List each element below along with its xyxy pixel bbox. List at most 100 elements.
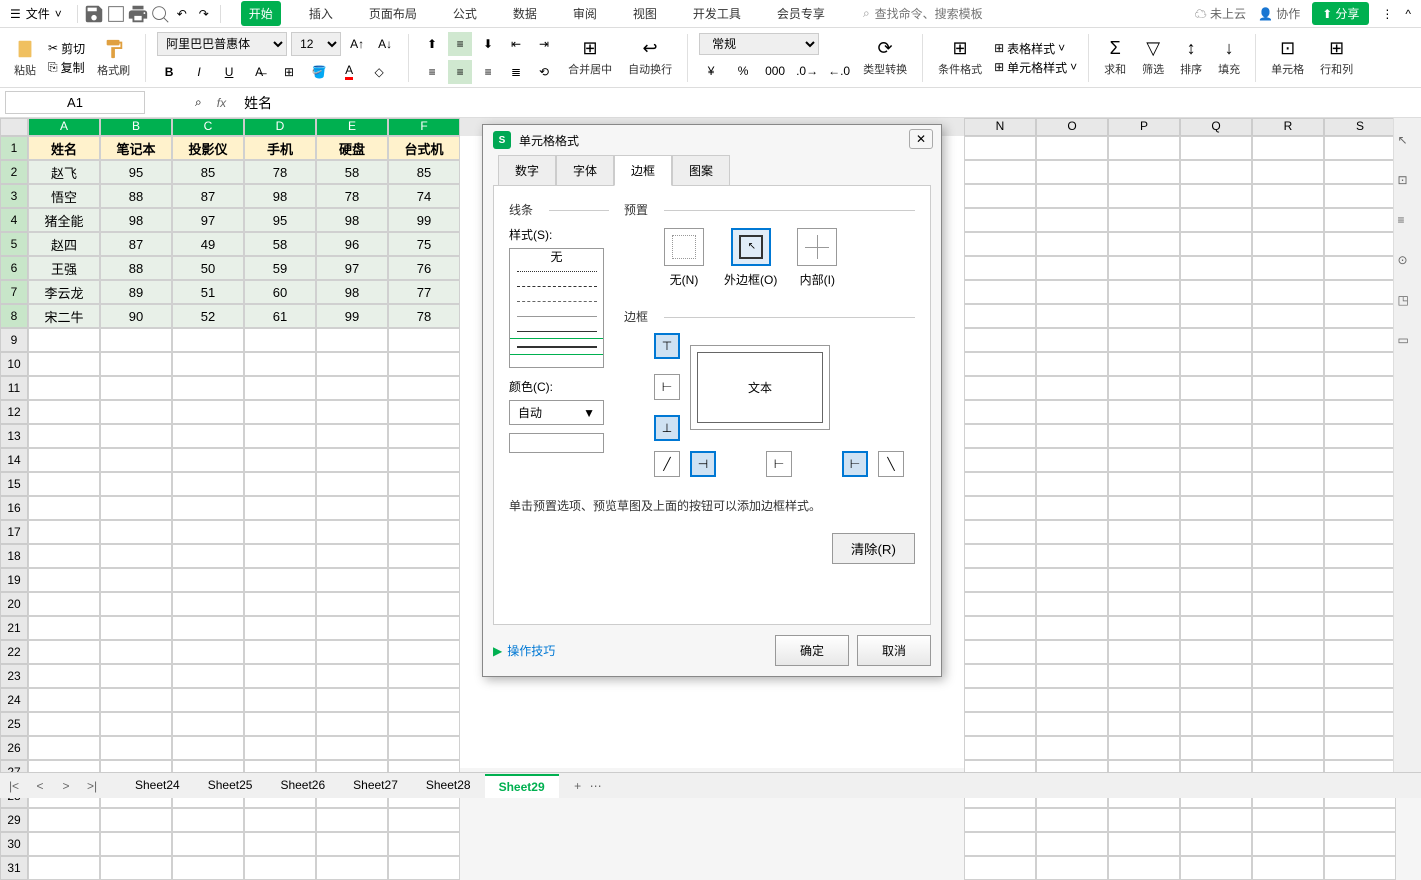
- clipboard-icon[interactable]: ◳: [1398, 293, 1418, 313]
- border-left-button[interactable]: ⊣: [690, 451, 716, 477]
- cell[interactable]: [1108, 424, 1180, 448]
- cell[interactable]: [172, 856, 244, 880]
- cell[interactable]: [1180, 592, 1252, 616]
- cell[interactable]: [28, 376, 100, 400]
- cell[interactable]: 98: [100, 208, 172, 232]
- row-header[interactable]: 6: [0, 256, 28, 280]
- tab-dev[interactable]: 开发工具: [685, 1, 749, 26]
- search-fx-icon[interactable]: ⌕: [195, 95, 202, 110]
- cell[interactable]: [172, 472, 244, 496]
- cell[interactable]: [1252, 136, 1324, 160]
- cell[interactable]: [28, 592, 100, 616]
- cell[interactable]: [172, 520, 244, 544]
- close-icon[interactable]: ✕: [909, 129, 933, 149]
- cell[interactable]: [172, 424, 244, 448]
- dec-inc-icon[interactable]: .0→: [795, 59, 819, 83]
- strike-button[interactable]: A̶: [247, 60, 271, 84]
- cell[interactable]: [1180, 808, 1252, 832]
- cell[interactable]: [1036, 448, 1108, 472]
- cell[interactable]: [1036, 496, 1108, 520]
- cell[interactable]: [1252, 184, 1324, 208]
- tab-data[interactable]: 数据: [505, 1, 545, 26]
- decrease-font-icon[interactable]: A↓: [373, 32, 397, 56]
- cell[interactable]: [1252, 328, 1324, 352]
- cell[interactable]: [316, 664, 388, 688]
- cell[interactable]: [1252, 736, 1324, 760]
- cell[interactable]: [100, 400, 172, 424]
- cell[interactable]: [100, 664, 172, 688]
- cell[interactable]: [172, 616, 244, 640]
- cell[interactable]: [964, 280, 1036, 304]
- dialog-tab-border[interactable]: 边框: [614, 155, 672, 186]
- style-item[interactable]: [510, 339, 603, 354]
- cell[interactable]: [316, 328, 388, 352]
- sheet-tab[interactable]: Sheet24: [121, 774, 194, 798]
- cell[interactable]: [100, 712, 172, 736]
- cell[interactable]: [1108, 472, 1180, 496]
- cell[interactable]: [1324, 616, 1396, 640]
- sheet-more-icon[interactable]: ⋯: [587, 777, 605, 795]
- row-header[interactable]: 16: [0, 496, 28, 520]
- cell[interactable]: [1108, 664, 1180, 688]
- merge-button[interactable]: ⊞ 合并居中: [564, 34, 616, 81]
- save-as-icon[interactable]: [105, 3, 127, 25]
- cell[interactable]: 76: [388, 256, 460, 280]
- cell[interactable]: [1180, 280, 1252, 304]
- cell[interactable]: [316, 400, 388, 424]
- cell[interactable]: [172, 808, 244, 832]
- number-format-select[interactable]: 常规: [699, 33, 819, 55]
- cell[interactable]: [316, 592, 388, 616]
- cell[interactable]: [244, 328, 316, 352]
- cell[interactable]: [964, 208, 1036, 232]
- cell[interactable]: [1036, 400, 1108, 424]
- cell[interactable]: [964, 184, 1036, 208]
- cell[interactable]: [1180, 448, 1252, 472]
- cell[interactable]: [388, 832, 460, 856]
- cell[interactable]: [172, 448, 244, 472]
- align-middle-icon[interactable]: ≡: [448, 32, 472, 56]
- collab-icon[interactable]: 👤 协作: [1258, 5, 1300, 22]
- cell[interactable]: [100, 736, 172, 760]
- cell[interactable]: [28, 352, 100, 376]
- cell[interactable]: [28, 664, 100, 688]
- cell[interactable]: [1036, 520, 1108, 544]
- cell[interactable]: [388, 688, 460, 712]
- cell[interactable]: 台式机: [388, 136, 460, 160]
- row-header[interactable]: 11: [0, 376, 28, 400]
- cell[interactable]: [1108, 208, 1180, 232]
- indent-inc-icon[interactable]: ⇥: [532, 32, 556, 56]
- cell[interactable]: [1324, 160, 1396, 184]
- cell[interactable]: [1252, 808, 1324, 832]
- sheet-last-icon[interactable]: >|: [83, 777, 101, 795]
- cell[interactable]: [244, 568, 316, 592]
- cell[interactable]: [1180, 664, 1252, 688]
- line-style-list[interactable]: 无: [509, 248, 604, 368]
- cell[interactable]: [1252, 160, 1324, 184]
- cell[interactable]: [172, 352, 244, 376]
- justify-icon[interactable]: ≣: [504, 60, 528, 84]
- cell[interactable]: [1036, 568, 1108, 592]
- cell[interactable]: [1180, 424, 1252, 448]
- cell[interactable]: [1324, 232, 1396, 256]
- cell[interactable]: 75: [388, 232, 460, 256]
- cell[interactable]: 96: [316, 232, 388, 256]
- cell[interactable]: [964, 136, 1036, 160]
- cell[interactable]: [1252, 376, 1324, 400]
- cell[interactable]: [964, 352, 1036, 376]
- cell[interactable]: [172, 544, 244, 568]
- cell[interactable]: [964, 304, 1036, 328]
- cell[interactable]: [1036, 208, 1108, 232]
- formula-input[interactable]: 姓名: [241, 90, 1416, 116]
- cell[interactable]: [1036, 160, 1108, 184]
- cell[interactable]: 手机: [244, 136, 316, 160]
- cell[interactable]: [1324, 688, 1396, 712]
- cell[interactable]: [1252, 424, 1324, 448]
- style-item[interactable]: [510, 294, 603, 309]
- border-vmid-button[interactable]: ⊢: [766, 451, 792, 477]
- cell[interactable]: [1180, 712, 1252, 736]
- cell[interactable]: [1036, 376, 1108, 400]
- cell[interactable]: [28, 472, 100, 496]
- cell[interactable]: [28, 616, 100, 640]
- style-item[interactable]: [510, 324, 603, 339]
- cell[interactable]: [316, 688, 388, 712]
